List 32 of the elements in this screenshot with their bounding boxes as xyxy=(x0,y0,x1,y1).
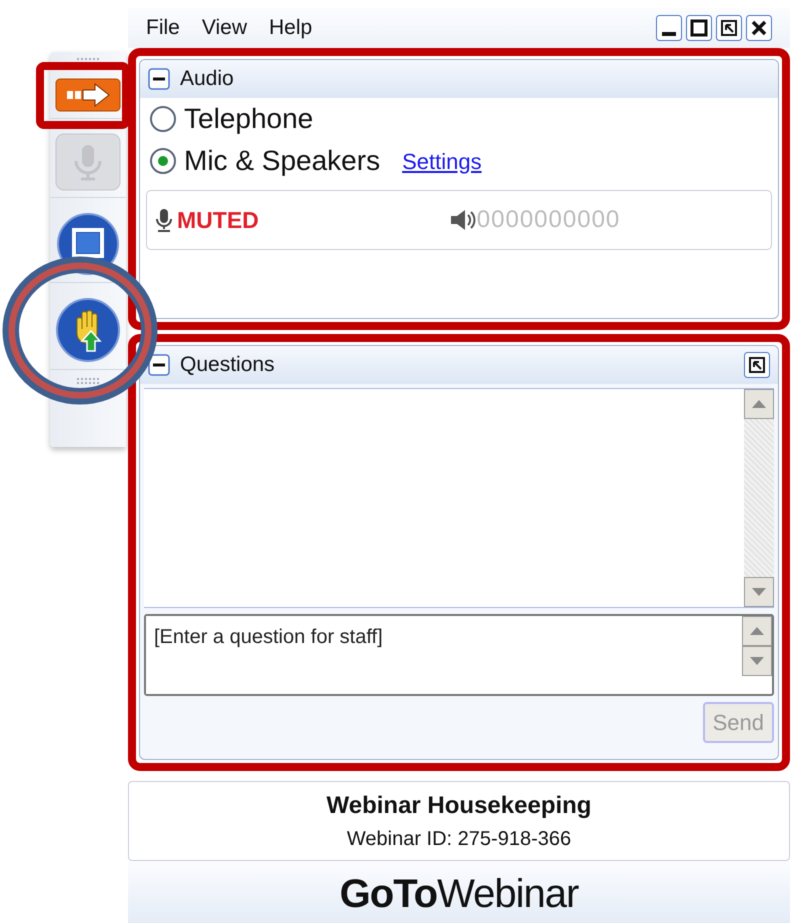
panel-title: Questions xyxy=(180,352,275,378)
radio-button[interactable] xyxy=(150,106,176,132)
close-icon[interactable] xyxy=(746,15,772,41)
mic-status: MUTED xyxy=(177,206,259,235)
scroll-down-icon[interactable] xyxy=(744,577,774,607)
collapse-icon[interactable] xyxy=(148,68,170,90)
menu-item[interactable]: File xyxy=(146,12,180,44)
grip-icon xyxy=(77,378,99,384)
radio-label: Telephone xyxy=(184,102,314,136)
speaker-icon xyxy=(448,208,477,232)
menu-item[interactable]: View xyxy=(202,12,247,44)
collapse-icon[interactable] xyxy=(148,354,170,376)
microphone-icon xyxy=(155,208,173,232)
volume-meter: 0000000000 xyxy=(476,205,620,235)
radio-button[interactable] xyxy=(150,148,176,174)
screen-button[interactable] xyxy=(56,212,120,276)
raise-hand-button[interactable] xyxy=(55,297,121,363)
scroll-down-icon[interactable] xyxy=(742,646,772,676)
webinar-title: Webinar Housekeeping xyxy=(326,791,592,821)
scroll-up-icon[interactable] xyxy=(744,389,774,419)
settings-link[interactable]: Settings xyxy=(402,144,482,178)
radio-label: Mic & Speakers xyxy=(184,144,380,178)
maximize-icon[interactable] xyxy=(686,15,712,41)
menu-item[interactable]: Help xyxy=(268,12,312,44)
popout-icon[interactable] xyxy=(716,15,742,41)
webinar-id: Webinar ID: 275-918-366 xyxy=(346,827,572,852)
scroll-up-icon[interactable] xyxy=(742,616,772,646)
arrow-button[interactable] xyxy=(55,78,121,112)
panel-title: Audio xyxy=(180,66,234,92)
minimize-icon[interactable] xyxy=(656,15,682,41)
popout-icon[interactable] xyxy=(744,352,770,378)
brand-logo: GoToWebinar xyxy=(340,872,578,916)
